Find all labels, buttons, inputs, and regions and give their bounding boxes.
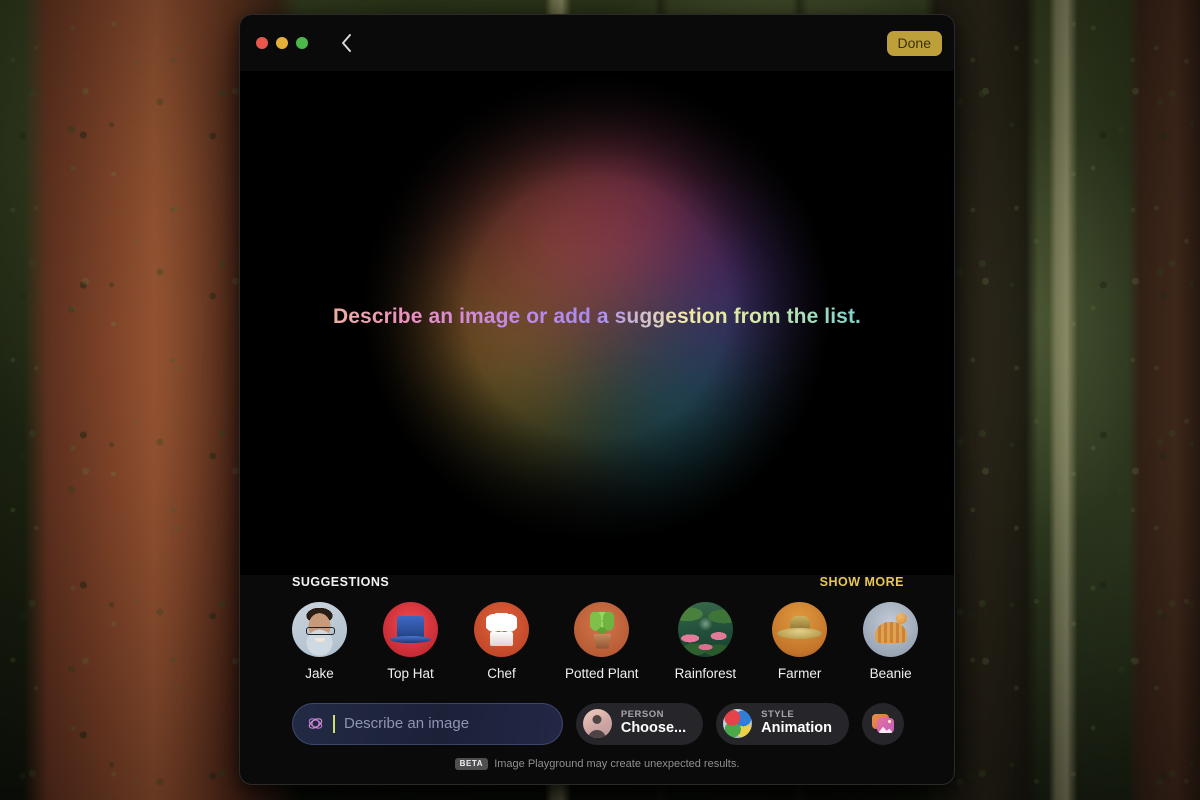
- beanie-icon: [863, 601, 919, 657]
- minimize-button[interactable]: [276, 37, 288, 49]
- suggestions-title: SUGGESTIONS: [292, 574, 390, 589]
- person-picker-button[interactable]: PERSON Choose...: [575, 702, 704, 745]
- show-more-button[interactable]: SHOW MORE: [820, 575, 904, 589]
- farmer-hat-icon: [772, 601, 828, 657]
- chef-hat-icon: [474, 601, 529, 657]
- suggestion-label: Rainforest: [674, 665, 737, 681]
- color-sphere-icon: [723, 709, 753, 738]
- hero-message: Describe an image or add a suggestion fr…: [240, 303, 954, 331]
- photos-picker-button[interactable]: [862, 702, 904, 745]
- style-picker-value: Animation: [761, 719, 832, 736]
- bottom-toolbar: Describe an image PERSON Choose... STYLE…: [240, 681, 954, 745]
- traffic-light-group: [256, 37, 308, 49]
- close-button[interactable]: [256, 37, 268, 49]
- sparkle-atom-icon: [308, 718, 323, 729]
- footer-disclaimer: BETA Image Playground may create unexpec…: [240, 745, 954, 785]
- suggestion-item-jake[interactable]: Jake: [292, 601, 347, 681]
- suggestion-item-farmer[interactable]: Farmer: [772, 601, 828, 681]
- suggestions-section: SUGGESTIONS SHOW MORE Jake Top Hat Chef: [240, 575, 954, 681]
- suggestion-item-potted-plant[interactable]: Potted Plant: [565, 601, 639, 681]
- image-canvas[interactable]: Describe an image or add a suggestion fr…: [240, 71, 954, 575]
- style-picker-kicker: STYLE: [761, 709, 795, 721]
- back-button[interactable]: [334, 31, 358, 55]
- style-picker-button[interactable]: STYLE Animation: [716, 702, 849, 745]
- describe-image-input[interactable]: Describe an image: [292, 702, 563, 745]
- suggestions-header: SUGGESTIONS SHOW MORE: [292, 575, 904, 602]
- describe-image-placeholder: Describe an image: [344, 715, 470, 732]
- disclaimer-text: Image Playground may create unexpected r…: [494, 757, 740, 770]
- chevron-left-icon: [341, 34, 351, 52]
- suggestion-label: Chef: [487, 665, 516, 681]
- suggestion-label: Jake: [305, 665, 334, 681]
- suggestion-label: Beanie: [869, 665, 912, 681]
- suggestions-list: Jake Top Hat Chef Potted Plant Rainfores…: [292, 601, 919, 681]
- suggestion-label: Farmer: [777, 665, 822, 681]
- photo-stack-icon: [872, 714, 894, 733]
- window-titlebar: Done: [240, 15, 954, 71]
- person-picker-text: PERSON Choose...: [621, 710, 686, 736]
- rainforest-icon: [677, 601, 733, 657]
- suggestion-label: Potted Plant: [565, 665, 639, 681]
- person-picker-value: Choose...: [620, 719, 687, 736]
- text-cursor: [333, 714, 335, 733]
- person-picker-kicker: PERSON: [620, 709, 664, 721]
- suggestion-item-rainforest[interactable]: Rainforest: [674, 601, 737, 681]
- person-avatar-icon: [582, 709, 612, 738]
- suggestion-item-top-hat[interactable]: Top Hat: [383, 601, 438, 681]
- beta-badge: BETA: [454, 757, 489, 770]
- suggestion-item-chef[interactable]: Chef: [474, 601, 529, 681]
- image-playground-window: Done Describe an image or add a suggesti…: [239, 14, 955, 785]
- potted-plant-icon: [574, 601, 630, 657]
- maximize-button[interactable]: [296, 37, 308, 49]
- done-button[interactable]: Done: [886, 30, 942, 56]
- top-hat-icon: [383, 601, 438, 657]
- style-picker-text: STYLE Animation: [761, 710, 832, 736]
- suggestion-label: Top Hat: [387, 665, 434, 681]
- person-photo-icon: [292, 601, 347, 657]
- suggestion-item-beanie[interactable]: Beanie: [863, 601, 919, 681]
- desktop-wallpaper: Done Describe an image or add a suggesti…: [0, 0, 1200, 800]
